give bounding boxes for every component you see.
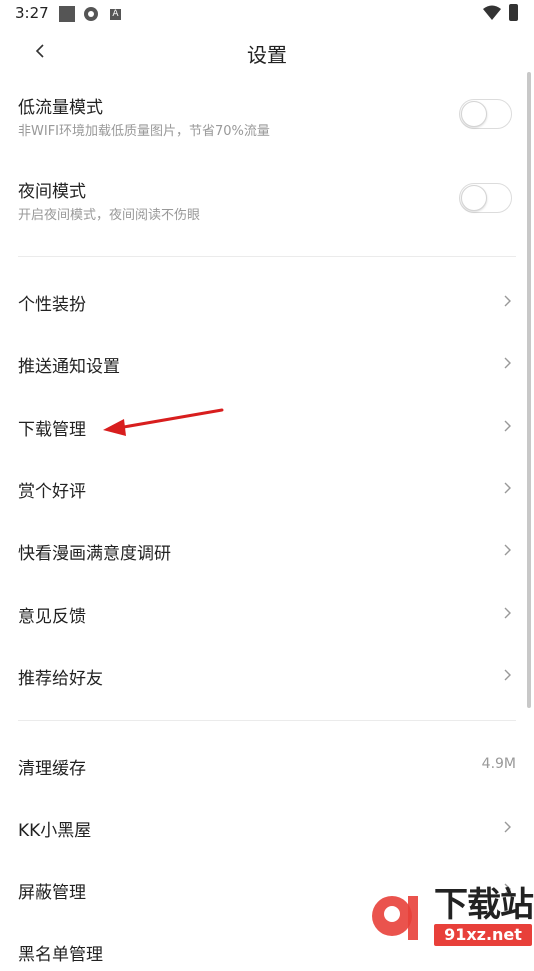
- watermark-title: 下载站: [434, 885, 534, 925]
- page-title: 设置: [247, 43, 287, 67]
- watermark-logo-icon: [372, 896, 418, 940]
- settings-icon: [84, 7, 98, 21]
- low-data-mode-desc: 非WIFI环境加载低质量图片，节省70%流量: [18, 124, 270, 139]
- battery-icon: [509, 4, 518, 21]
- toggle-knob: [461, 185, 487, 211]
- status-time: 3:27: [15, 4, 49, 22]
- menu-item-label: 清理缓存: [18, 759, 86, 779]
- menu-item-label: KK小黑屋: [18, 821, 92, 841]
- wifi-icon: [483, 5, 501, 20]
- menu-item-rate-app[interactable]: 赏个好评: [0, 468, 534, 508]
- divider: [18, 720, 516, 721]
- menu-item-feedback[interactable]: 意见反馈: [0, 593, 534, 633]
- menu-item-survey[interactable]: 快看漫画满意度调研: [0, 530, 534, 570]
- app-header: 设置: [0, 28, 534, 74]
- menu-item-dress-up[interactable]: 个性装扮: [0, 281, 534, 321]
- chevron-right-icon: [504, 357, 511, 369]
- night-mode-desc: 开启夜间模式，夜间阅读不伤眼: [18, 208, 201, 223]
- menu-item-label: 赏个好评: [18, 482, 86, 502]
- chevron-right-icon: [504, 482, 511, 494]
- menu-item-label: 推荐给好友: [18, 669, 103, 689]
- divider: [18, 256, 516, 257]
- a-icon: A: [110, 9, 121, 20]
- square-icon: [59, 6, 75, 22]
- cache-size-value: 4.9M: [481, 756, 516, 772]
- menu-item-push-settings[interactable]: 推送通知设置: [0, 343, 534, 383]
- chevron-right-icon: [504, 295, 511, 307]
- menu-item-label: 快看漫画满意度调研: [18, 544, 171, 564]
- site-watermark: 下载站 91xz.net: [364, 886, 534, 950]
- menu-item-label: 意见反馈: [18, 607, 86, 627]
- menu-item-label: 屏蔽管理: [18, 883, 86, 903]
- toggle-knob: [461, 101, 487, 127]
- low-data-mode-toggle[interactable]: [459, 99, 512, 129]
- chevron-right-icon: [504, 544, 511, 556]
- menu-item-label: 黑名单管理: [18, 945, 103, 965]
- menu-item-label: 个性装扮: [18, 295, 86, 315]
- chevron-right-icon: [504, 607, 511, 619]
- chevron-right-icon: [504, 420, 511, 432]
- menu-item-label: 下载管理: [18, 420, 86, 440]
- night-mode-toggle[interactable]: [459, 183, 512, 213]
- menu-item-recommend[interactable]: 推荐给好友: [0, 655, 534, 695]
- low-data-mode-label: 低流量模式: [18, 98, 103, 118]
- night-mode-row[interactable]: 夜间模式 开启夜间模式，夜间阅读不伤眼: [0, 177, 534, 223]
- night-mode-label: 夜间模式: [18, 182, 86, 202]
- menu-item-kk-blackroom[interactable]: KK小黑屋: [0, 807, 534, 847]
- chevron-right-icon: [504, 669, 511, 681]
- low-data-mode-row[interactable]: 低流量模式 非WIFI环境加载低质量图片，节省70%流量: [0, 93, 534, 139]
- chevron-right-icon: [504, 821, 511, 833]
- menu-item-download-manager[interactable]: 下载管理: [0, 406, 534, 446]
- menu-item-clear-cache[interactable]: 清理缓存 4.9M: [0, 745, 534, 785]
- status-bar: 3:27 A: [0, 0, 534, 28]
- menu-item-label: 推送通知设置: [18, 357, 120, 377]
- watermark-url: 91xz.net: [434, 924, 532, 946]
